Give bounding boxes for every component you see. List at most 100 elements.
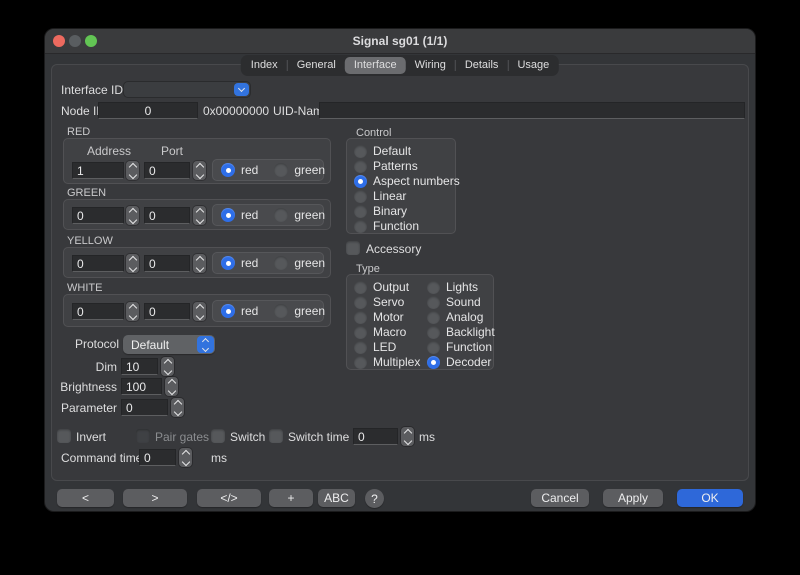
red-polarity-red-radio[interactable] — [221, 163, 235, 177]
code-button[interactable]: </> — [197, 489, 261, 507]
radio-icon[interactable] — [354, 296, 367, 309]
white-port-field[interactable] — [144, 303, 190, 320]
apply-button[interactable]: Apply — [603, 489, 663, 507]
uid-name-field[interactable] — [319, 102, 745, 119]
radio-icon[interactable] — [427, 296, 440, 309]
parameter-field[interactable] — [121, 399, 168, 416]
switch-time-checkbox[interactable] — [269, 429, 283, 443]
chevrons-up-down-icon[interactable] — [197, 336, 214, 353]
switch-time-field[interactable] — [353, 428, 398, 445]
red-polarity-green-radio[interactable] — [274, 163, 288, 177]
white-port-stepper[interactable] — [193, 302, 206, 321]
ok-button[interactable]: OK — [677, 489, 743, 507]
white-address-stepper[interactable] — [126, 302, 139, 321]
type-option-analog[interactable]: Analog — [427, 310, 483, 324]
tab-details[interactable]: Details — [456, 57, 508, 74]
interface-id-combobox[interactable] — [123, 81, 251, 98]
green-polarity-red-radio[interactable] — [221, 208, 235, 222]
green-address-stepper[interactable] — [126, 206, 139, 225]
abc-button[interactable]: ABC — [318, 489, 355, 507]
add-button[interactable]: + — [269, 489, 313, 507]
type-option-motor[interactable]: Motor — [354, 310, 404, 324]
brightness-stepper[interactable] — [165, 377, 178, 396]
command-time-field[interactable] — [139, 449, 176, 466]
switch-checkbox[interactable] — [211, 429, 225, 443]
radio-icon[interactable] — [354, 145, 367, 158]
green-port-field[interactable] — [144, 207, 190, 224]
command-time-stepper[interactable] — [179, 448, 192, 467]
yellow-address-stepper[interactable] — [126, 254, 139, 273]
control-option-function[interactable]: Function — [354, 219, 419, 233]
green-port-stepper[interactable] — [193, 206, 206, 225]
white-polarity-red-radio[interactable] — [221, 304, 235, 318]
white-polarity-green-radio[interactable] — [274, 304, 288, 318]
radio-selected-icon[interactable] — [354, 175, 367, 188]
parameter-stepper[interactable] — [171, 398, 184, 417]
red-port-stepper[interactable] — [193, 161, 206, 180]
node-id-field[interactable] — [98, 102, 198, 119]
type-option-lights[interactable]: Lights — [427, 280, 478, 294]
type-option-macro[interactable]: Macro — [354, 325, 406, 339]
next-button[interactable]: > — [123, 489, 187, 507]
dim-stepper[interactable] — [161, 357, 174, 376]
radio-icon[interactable] — [354, 160, 367, 173]
radio-icon[interactable] — [427, 326, 440, 339]
radio-selected-icon[interactable] — [427, 356, 440, 369]
radio-icon[interactable] — [354, 190, 367, 203]
type-option-function[interactable]: Function — [427, 340, 492, 354]
dim-field[interactable] — [121, 358, 158, 375]
tab-general[interactable]: General — [288, 57, 345, 74]
yellow-address-field[interactable] — [72, 255, 124, 272]
radio-icon[interactable] — [354, 311, 367, 324]
cancel-button[interactable]: Cancel — [531, 489, 589, 507]
green-address-field[interactable] — [72, 207, 124, 224]
control-option-patterns[interactable]: Patterns — [354, 159, 418, 173]
chevron-down-icon[interactable] — [234, 83, 249, 96]
yellow-port-field[interactable] — [144, 255, 190, 272]
type-option-decoder[interactable]: Decoder — [427, 355, 491, 369]
radio-icon[interactable] — [354, 220, 367, 233]
previous-button[interactable]: < — [57, 489, 114, 507]
control-option-aspect-numbers[interactable]: Aspect numbers — [354, 174, 460, 188]
tab-interface[interactable]: Interface — [345, 57, 406, 74]
yellow-polarity-red-radio[interactable] — [221, 256, 235, 270]
tab-usage[interactable]: Usage — [508, 57, 558, 74]
control-option-binary[interactable]: Binary — [354, 204, 407, 218]
type-option-backlight[interactable]: Backlight — [427, 325, 495, 339]
control-option-label: Linear — [373, 189, 406, 203]
brightness-field[interactable] — [121, 378, 162, 395]
green-polarity-green-radio[interactable] — [274, 208, 288, 222]
tab-index[interactable]: Index — [242, 57, 287, 74]
radio-icon[interactable] — [354, 341, 367, 354]
zoom-window-button[interactable] — [85, 35, 97, 47]
radio-icon[interactable] — [354, 326, 367, 339]
accessory-checkbox[interactable] — [346, 241, 360, 255]
red-address-field[interactable] — [72, 162, 124, 179]
radio-icon[interactable] — [354, 281, 367, 294]
control-option-default[interactable]: Default — [354, 144, 411, 158]
help-button[interactable]: ? — [365, 489, 384, 508]
tab-wiring[interactable]: Wiring — [406, 57, 455, 74]
radio-icon[interactable] — [427, 281, 440, 294]
white-address-field[interactable] — [72, 303, 124, 320]
protocol-popup[interactable]: Default — [123, 335, 215, 354]
type-option-output[interactable]: Output — [354, 280, 409, 294]
control-option-linear[interactable]: Linear — [354, 189, 406, 203]
radio-icon[interactable] — [427, 311, 440, 324]
radio-icon[interactable] — [354, 205, 367, 218]
type-option-servo[interactable]: Servo — [354, 295, 404, 309]
switch-time-stepper[interactable] — [401, 427, 414, 446]
type-option-multiplex[interactable]: Multiplex — [354, 355, 420, 369]
control-option-label: Binary — [373, 204, 407, 218]
red-address-stepper[interactable] — [126, 161, 139, 180]
minimize-window-button[interactable] — [69, 35, 81, 47]
radio-icon[interactable] — [427, 341, 440, 354]
yellow-port-stepper[interactable] — [193, 254, 206, 273]
close-window-button[interactable] — [53, 35, 65, 47]
type-option-sound[interactable]: Sound — [427, 295, 481, 309]
yellow-polarity-green-radio[interactable] — [274, 256, 288, 270]
invert-checkbox[interactable] — [57, 429, 71, 443]
radio-icon[interactable] — [354, 356, 367, 369]
red-port-field[interactable] — [144, 162, 190, 179]
type-option-led[interactable]: LED — [354, 340, 396, 354]
